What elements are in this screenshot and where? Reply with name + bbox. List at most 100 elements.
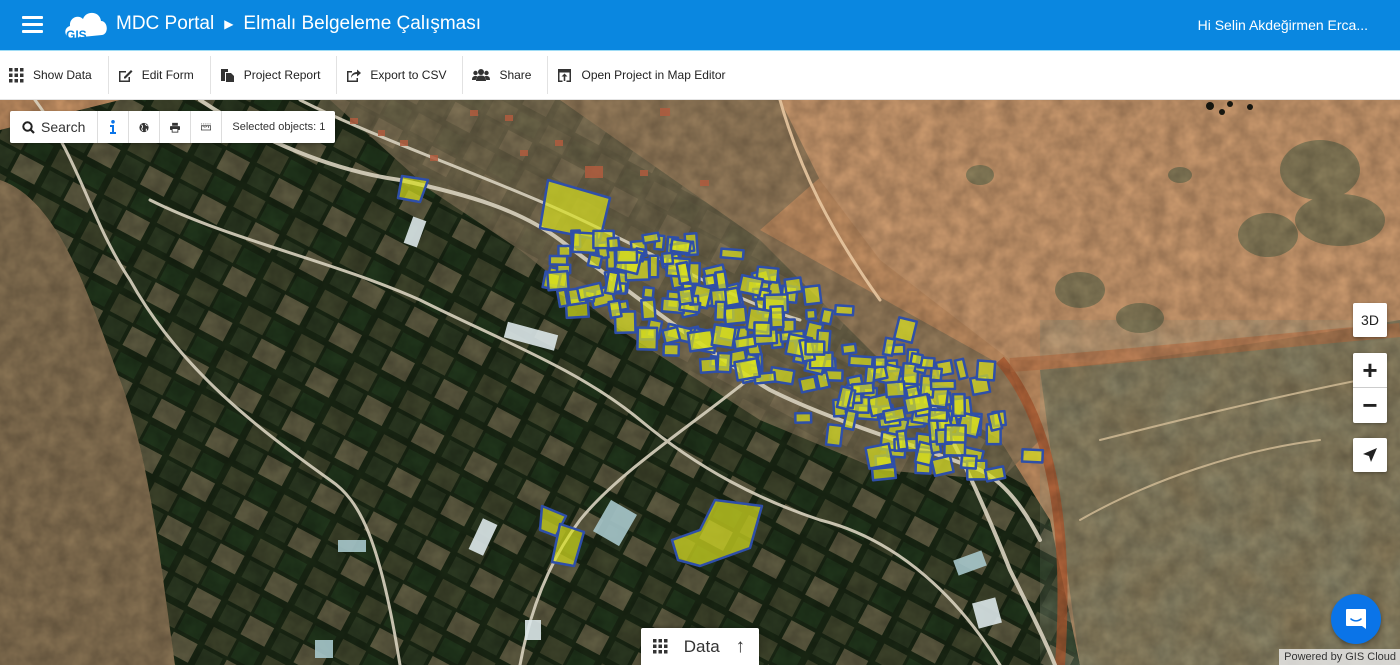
search-label: Search [41, 119, 86, 135]
parcel-polygon[interactable] [641, 286, 655, 300]
parcel-polygon[interactable] [842, 408, 859, 432]
basemap-button[interactable] [129, 111, 161, 143]
parcel-polygon[interactable] [873, 355, 887, 369]
locate-me-button[interactable] [1353, 438, 1387, 472]
parcel-polygon[interactable] [557, 244, 572, 258]
chat-icon [1346, 609, 1366, 629]
parcel-polygon[interactable] [930, 454, 955, 478]
parcel-polygon[interactable] [798, 375, 819, 394]
parcel-polygon[interactable] [607, 299, 623, 320]
map-toolbar: Search Selected objects: 1 [10, 111, 336, 143]
project-report-label: Project Report [243, 68, 321, 82]
attribution: Powered by GIS Cloud [1279, 649, 1400, 665]
parcel-polygon[interactable] [710, 323, 737, 350]
parcel-polygon[interactable] [892, 316, 919, 345]
export-csv-button[interactable]: Export to CSV [337, 56, 464, 94]
parcel-polygon[interactable] [944, 423, 967, 444]
measure-button[interactable] [191, 111, 223, 143]
breadcrumb-app-name[interactable]: MDC Portal [116, 13, 214, 35]
parcel-polygon[interactable] [675, 260, 692, 286]
parcel-polygon[interactable] [733, 356, 762, 382]
parcel-polygon[interactable] [716, 351, 733, 374]
parcel-polygon[interactable] [1020, 448, 1045, 464]
parcel-polygon[interactable] [951, 392, 967, 418]
parcel-polygon[interactable] [833, 303, 855, 317]
gis-cloud-logo[interactable]: GIS [62, 8, 108, 42]
parcel-polygon[interactable] [819, 307, 835, 326]
parcel-polygon[interactable] [884, 380, 907, 399]
parcel-polygon[interactable] [959, 453, 978, 470]
parcel-polygon[interactable] [669, 237, 693, 255]
parcel-polygon[interactable] [636, 326, 659, 351]
parcel-polygon[interactable] [983, 465, 1007, 483]
show-data-button[interactable]: Show Data [0, 56, 109, 94]
parcel-polygon[interactable] [783, 276, 804, 295]
zoom-out-button[interactable]: − [1353, 388, 1387, 423]
search-button[interactable]: Search [10, 111, 99, 143]
parcel-polygon[interactable] [804, 340, 826, 356]
parcel-polygon[interactable] [975, 359, 997, 382]
parcel-polygon[interactable] [929, 366, 944, 382]
parcel-polygon[interactable] [928, 408, 949, 423]
parcel-polygon[interactable] [648, 254, 660, 279]
info-button[interactable] [98, 111, 130, 143]
parcel-polygon[interactable] [686, 328, 716, 353]
3d-toggle-button[interactable]: 3D [1353, 303, 1387, 337]
parcel-polygon[interactable] [640, 298, 657, 321]
breadcrumb: MDC Portal ▶ Elmalı Belgeleme Çalışması [116, 13, 481, 35]
parcel-polygon[interactable] [895, 429, 909, 451]
users-icon [472, 68, 491, 81]
hamburger-menu-icon[interactable] [22, 16, 43, 33]
parcel-polygon[interactable] [953, 357, 969, 381]
parcel-polygon[interactable] [719, 247, 745, 261]
parcel-polygon[interactable] [753, 321, 773, 338]
parcel-polygon[interactable] [548, 254, 569, 266]
parcel-polygon[interactable] [840, 342, 858, 356]
parcel-polygon[interactable] [769, 305, 785, 329]
parcel-layer[interactable] [0, 100, 1400, 665]
parcel-polygon[interactable] [641, 231, 661, 245]
parcel-polygon[interactable] [586, 252, 604, 270]
share-button[interactable]: Share [463, 56, 549, 94]
print-button[interactable] [160, 111, 192, 143]
parcel-polygon[interactable] [881, 336, 897, 358]
parcel-polygon[interactable] [555, 288, 570, 309]
parcel-polygon[interactable] [606, 236, 621, 250]
parcel-polygon[interactable] [804, 308, 818, 321]
open-map-editor-button[interactable]: Open Project in Map Editor [548, 56, 741, 94]
parcel-polygon[interactable] [702, 273, 717, 288]
parcel-polygon[interactable] [614, 248, 639, 264]
parcel-polygon[interactable] [737, 273, 765, 298]
parcel-polygon[interactable] [660, 251, 675, 266]
chat-support-button[interactable] [1331, 594, 1381, 644]
edit-form-button[interactable]: Edit Form [109, 56, 211, 94]
parcel-polygon[interactable] [870, 465, 898, 482]
parcel-polygon[interactable] [732, 334, 757, 351]
project-report-button[interactable]: Project Report [211, 56, 338, 94]
parcel-polygon[interactable] [662, 342, 681, 357]
map-canvas[interactable] [0, 100, 1400, 665]
parcel-polygon[interactable] [882, 406, 907, 424]
parcel-polygon[interactable] [603, 270, 620, 296]
parcel-polygon[interactable] [396, 174, 430, 204]
parcel-polygon[interactable] [546, 269, 570, 292]
parcel-polygon[interactable] [722, 305, 748, 326]
parcel-polygon[interactable] [847, 354, 874, 368]
user-menu[interactable]: Hi Selin Akdeğirmen Erca... [1198, 17, 1368, 33]
open-editor-icon [558, 68, 572, 82]
parcel-polygon[interactable] [698, 356, 719, 374]
parcel-polygon[interactable] [864, 442, 894, 470]
data-panel-toggle[interactable]: Data ↑ [641, 628, 759, 665]
parcel-polygon[interactable] [986, 410, 1004, 432]
parcel-polygon[interactable] [909, 351, 924, 367]
parcel-polygon[interactable] [714, 300, 727, 322]
parcel-polygon[interactable] [902, 392, 932, 415]
parcel-polygon[interactable] [824, 423, 844, 448]
parcel-polygon[interactable] [794, 411, 813, 424]
parcel-polygon[interactable] [661, 325, 682, 345]
parcel-polygon[interactable] [929, 379, 957, 391]
parcel-polygon[interactable] [802, 284, 823, 306]
zoom-in-button[interactable]: + [1353, 353, 1387, 388]
parcel-polygon-selected[interactable] [670, 498, 764, 568]
parcel-polygon[interactable] [676, 287, 695, 306]
